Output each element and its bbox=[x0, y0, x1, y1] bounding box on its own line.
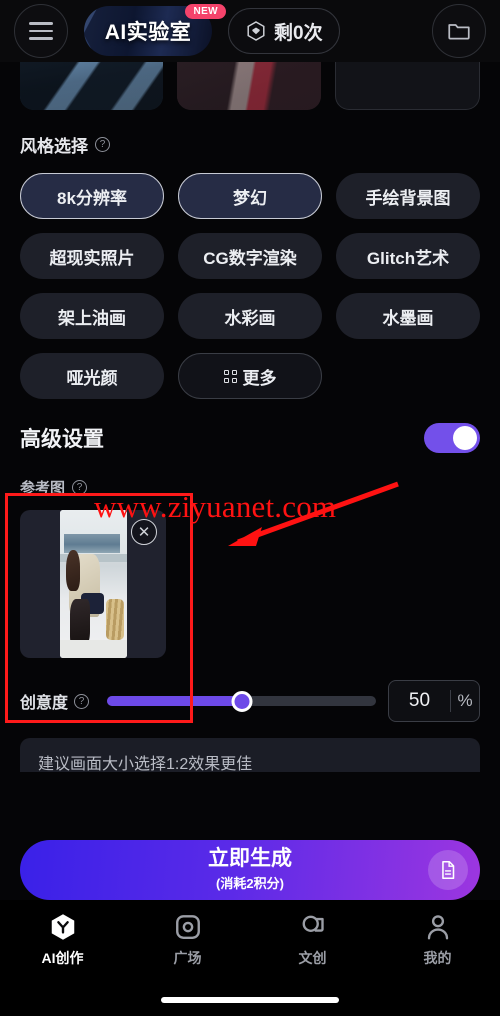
generate-bar: 立即生成 (消耗2积分) bbox=[0, 840, 500, 900]
tab-label: AI创作 bbox=[41, 950, 84, 966]
creativity-slider[interactable] bbox=[107, 688, 376, 714]
hexagon-gem-icon bbox=[247, 21, 265, 41]
hexagon-y-icon bbox=[51, 914, 74, 940]
slider-fill bbox=[107, 696, 242, 706]
page-title: AI实验室 bbox=[104, 21, 192, 44]
chip-label: 更多 bbox=[242, 368, 277, 388]
reference-image-thumbnail bbox=[59, 510, 127, 658]
slider-thumb[interactable] bbox=[231, 690, 252, 712]
preview-thumbnail-row[interactable] bbox=[0, 62, 500, 110]
chip-label: 哑光颜 bbox=[66, 368, 118, 388]
chip-label: 超现实照片 bbox=[49, 248, 135, 268]
bottom-tab-bar[interactable]: AI创作 广场 文创 我的 bbox=[0, 900, 500, 1016]
tab-label: 广场 bbox=[173, 950, 202, 966]
style-chip-more[interactable]: 更多 bbox=[178, 353, 322, 399]
square-camera-icon bbox=[175, 915, 200, 939]
style-section: 风格选择 ? 8k分辨率 梦幻 手绘背景图 超现实照片 CG数字渲染 Glitc… bbox=[0, 132, 500, 772]
chip-label: 水墨画 bbox=[382, 308, 434, 328]
reference-section-title: 参考图 bbox=[20, 480, 66, 497]
hint-text: 建议画面大小选择1:2效果更佳 bbox=[38, 756, 253, 772]
tab-label: 我的 bbox=[423, 950, 452, 966]
credits-button[interactable]: 剩0次 bbox=[228, 8, 340, 54]
preview-card-3[interactable] bbox=[334, 62, 480, 110]
style-chip-glitch-art[interactable]: Glitch艺术 bbox=[336, 233, 480, 279]
style-chip-easel-oil[interactable]: 架上油画 bbox=[20, 293, 164, 339]
creativity-value: 50 bbox=[408, 690, 431, 711]
reference-image-card[interactable]: ✕ bbox=[20, 510, 166, 658]
tab-plaza[interactable]: 广场 bbox=[125, 912, 250, 968]
advanced-settings-toggle[interactable] bbox=[424, 423, 480, 453]
question-mark-icon[interactable]: ? bbox=[95, 137, 110, 152]
question-mark-icon[interactable]: ? bbox=[74, 693, 90, 709]
chip-label: 手绘背景图 bbox=[365, 188, 451, 208]
document-button[interactable] bbox=[428, 850, 468, 890]
hint-panel: 建议画面大小选择1:2效果更佳 bbox=[20, 738, 480, 772]
style-chip-hyperreal-photo[interactable]: 超现实照片 bbox=[20, 233, 164, 279]
style-chip-handdrawn-bg[interactable]: 手绘背景图 bbox=[336, 173, 480, 219]
chip-label: CG数字渲染 bbox=[203, 248, 297, 268]
chip-label: Glitch艺术 bbox=[366, 248, 450, 268]
credits-label: 剩0次 bbox=[274, 22, 323, 44]
generate-button[interactable]: 立即生成 (消耗2积分) bbox=[20, 840, 480, 900]
creativity-row: 创意度 ? 50 % bbox=[20, 680, 480, 722]
creativity-label-group: 创意度 ? bbox=[20, 689, 90, 713]
style-chip-dreamy[interactable]: 梦幻 bbox=[178, 173, 322, 219]
style-section-header: 风格选择 ? bbox=[20, 132, 480, 157]
generate-label: 立即生成 bbox=[208, 847, 292, 871]
preview-card-1[interactable] bbox=[20, 62, 164, 110]
generate-cost-label: (消耗2积分) bbox=[216, 875, 284, 891]
style-chip-cg-render[interactable]: CG数字渲染 bbox=[178, 233, 322, 279]
creativity-label: 创意度 bbox=[20, 695, 69, 712]
tab-culture[interactable]: 文创 bbox=[250, 912, 375, 968]
style-chip-ink-wash[interactable]: 水墨画 bbox=[336, 293, 480, 339]
question-mark-icon[interactable]: ? bbox=[72, 480, 88, 495]
tab-profile[interactable]: 我的 bbox=[375, 912, 500, 968]
advanced-settings-title: 高级设置 bbox=[20, 428, 104, 451]
person-icon bbox=[427, 915, 448, 940]
style-chip-matte[interactable]: 哑光颜 bbox=[20, 353, 164, 399]
grid-icon bbox=[223, 369, 237, 383]
app-screen: AI实验室 NEW 剩0次 风格选择 ? 8k分辨率 梦幻 手绘背景图 超现实照… bbox=[0, 0, 500, 1016]
chip-label: 梦幻 bbox=[233, 188, 267, 208]
tab-ai-creation[interactable]: AI创作 bbox=[0, 912, 125, 968]
document-icon bbox=[442, 860, 455, 880]
folder-icon bbox=[448, 24, 470, 40]
creativity-unit: % bbox=[457, 691, 473, 710]
style-chip-watercolor[interactable]: 水彩画 bbox=[178, 293, 322, 339]
style-chip-grid[interactable]: 8k分辨率 梦幻 手绘背景图 超现实照片 CG数字渲染 Glitch艺术 架上油… bbox=[20, 173, 480, 399]
app-header: AI实验室 NEW 剩0次 bbox=[0, 0, 500, 62]
style-chip-8k[interactable]: 8k分辨率 bbox=[20, 173, 164, 219]
new-badge: NEW bbox=[185, 4, 226, 19]
style-section-title: 风格选择 bbox=[20, 137, 88, 156]
creativity-value-input[interactable]: 50 % bbox=[388, 680, 480, 722]
chip-label: 架上油画 bbox=[58, 308, 126, 328]
chip-label: 水彩画 bbox=[224, 308, 276, 328]
chip-label: 8k分辨率 bbox=[57, 188, 127, 208]
home-indicator bbox=[161, 997, 339, 1003]
speech-bubble-icon bbox=[302, 915, 324, 932]
hamburger-menu-icon bbox=[29, 22, 53, 40]
menu-button[interactable] bbox=[14, 4, 68, 58]
folder-button[interactable] bbox=[432, 4, 486, 58]
arrow-icon bbox=[228, 481, 399, 546]
preview-card-2[interactable] bbox=[177, 62, 321, 110]
tab-label: 文创 bbox=[298, 950, 327, 966]
advanced-settings-row: 高级设置 bbox=[20, 423, 480, 453]
app-title-banner: AI实验室 NEW bbox=[84, 4, 226, 56]
